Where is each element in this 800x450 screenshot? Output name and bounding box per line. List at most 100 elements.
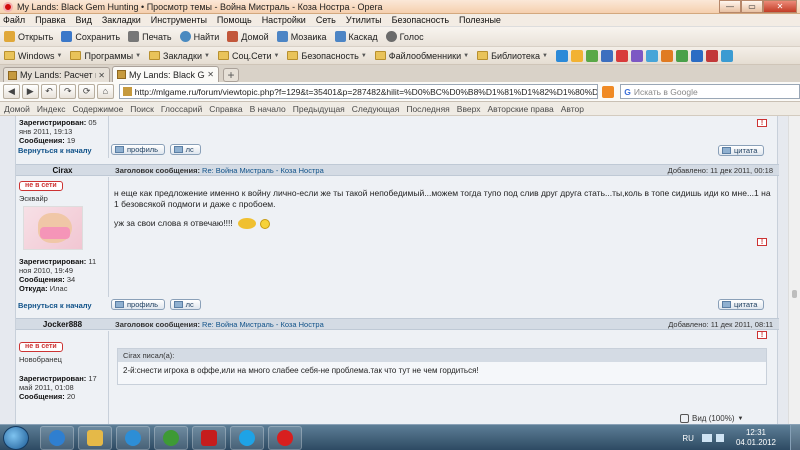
rewind-button[interactable]: ↶ (40, 84, 58, 99)
home-button[interactable]: Домой (227, 31, 269, 42)
nav-previous[interactable]: Предыдущая (293, 104, 345, 114)
close-tab-icon[interactable]: ✕ (207, 70, 214, 79)
bookmark-site-icon[interactable] (720, 49, 733, 62)
rss-icon[interactable] (602, 85, 615, 98)
reload-button[interactable]: ⟳ (78, 84, 95, 99)
volume-icon[interactable] (715, 434, 724, 442)
bookmark-folder-social[interactable]: Соц.Сети ▼ (217, 51, 279, 61)
menu-view[interactable]: Вид (76, 15, 92, 25)
bookmark-site-icon[interactable] (570, 49, 583, 62)
nav-home[interactable]: Домой (4, 104, 30, 114)
back-to-top-link[interactable]: Вернуться к началу (18, 146, 92, 155)
menu-tools[interactable]: Инструменты (151, 15, 207, 25)
menu-network[interactable]: Сеть (316, 15, 336, 25)
bookmark-site-icon[interactable] (675, 49, 688, 62)
bookmark-folder-security[interactable]: Безопасность ▼ (287, 51, 367, 61)
folder-icon (217, 51, 229, 60)
post-author-name[interactable]: Jocker888 (16, 320, 109, 329)
bookmark-site-icon[interactable] (585, 49, 598, 62)
clock[interactable]: 12:31 04.01.2012 (736, 428, 776, 448)
close-button[interactable]: ✕ (763, 0, 797, 13)
tab-black-gem[interactable]: My Lands: Black Gem ...✕ (112, 66, 219, 82)
post-date: Добавлено: 11 дек 2011, 08:11 (668, 320, 773, 329)
back-to-top-link[interactable]: Вернуться к началу (18, 301, 92, 310)
pm-button[interactable]: лс (169, 299, 201, 310)
menu-settings[interactable]: Настройки (262, 15, 306, 25)
report-icon[interactable]: ! (757, 238, 767, 246)
tile-button[interactable]: Мозаика (276, 31, 327, 42)
show-desktop-button[interactable] (790, 425, 800, 450)
new-tab-button[interactable]: + (223, 68, 239, 82)
bookmark-site-icon[interactable] (615, 49, 628, 62)
bookmark-site-icon[interactable] (705, 49, 718, 62)
taskbar-app[interactable] (78, 426, 112, 450)
nav-up[interactable]: Вверх (457, 104, 481, 114)
bookmark-folder-bookmarks[interactable]: Закладки ▼ (149, 51, 210, 61)
nav-copyright[interactable]: Авторские права (487, 104, 553, 114)
bookmark-site-icon[interactable] (555, 49, 568, 62)
nav-last[interactable]: Последняя (406, 104, 449, 114)
start-button[interactable] (3, 426, 29, 450)
taskbar-app[interactable] (192, 426, 226, 450)
taskbar-app[interactable] (116, 426, 150, 450)
open-button[interactable]: Открыть (4, 31, 53, 42)
url-input[interactable]: http://mlgame.ru/forum/viewtopic.php?f=1… (118, 84, 599, 99)
nav-help[interactable]: Справка (209, 104, 242, 114)
fast-forward-button[interactable]: ↷ (59, 84, 77, 99)
page-scrollbar[interactable] (788, 116, 800, 424)
bookmark-folder-library[interactable]: Библиотека ▼ (477, 51, 548, 61)
menu-utilities[interactable]: Утилиты (346, 15, 382, 25)
scrollbar-thumb[interactable] (792, 290, 797, 298)
menu-bookmarks[interactable]: Закладки (102, 15, 141, 25)
bookmark-folder-windows[interactable]: Windows ▼ (4, 51, 62, 61)
nav-top[interactable]: В начало (250, 104, 286, 114)
close-tab-icon[interactable]: ✕ (98, 71, 105, 80)
taskbar-app[interactable] (40, 426, 74, 450)
save-button[interactable]: Сохранить (61, 31, 120, 42)
minimize-button[interactable]: — (719, 0, 741, 13)
nav-contents[interactable]: Содержимое (72, 104, 123, 114)
taskbar-app[interactable] (154, 426, 188, 450)
taskbar-app[interactable] (268, 426, 302, 450)
nav-search[interactable]: Поиск (130, 104, 154, 114)
zoom-control[interactable]: Вид (100%) ▼ (680, 413, 800, 424)
nav-next[interactable]: Следующая (352, 104, 400, 114)
folder-icon (374, 51, 386, 60)
nav-author[interactable]: Автор (561, 104, 584, 114)
bookmark-site-icon[interactable] (660, 49, 673, 62)
menu-security[interactable]: Безопасность (392, 15, 449, 25)
nav-index[interactable]: Индекс (37, 104, 66, 114)
menu-edit[interactable]: Правка (35, 15, 65, 25)
bookmark-site-icon[interactable] (645, 49, 658, 62)
report-icon[interactable]: ! (757, 331, 767, 339)
bookmark-site-icon[interactable] (630, 49, 643, 62)
menu-useful[interactable]: Полезные (459, 15, 501, 25)
profile-button[interactable]: профиль (111, 144, 166, 155)
report-icon[interactable]: ! (757, 119, 767, 127)
language-indicator[interactable]: RU (682, 434, 694, 443)
search-input[interactable]: G Искать в Google (620, 84, 800, 99)
tab-price-calc[interactable]: My Lands: Расчет цены...✕ (3, 67, 110, 82)
bookmark-folder-filesharing[interactable]: Файлообменники ▼ (374, 51, 469, 61)
menu-file[interactable]: Файл (3, 15, 25, 25)
cascade-button[interactable]: Каскад (334, 31, 378, 42)
voice-button[interactable]: Голос (385, 31, 424, 42)
back-button[interactable]: ◀ (3, 84, 20, 99)
quote-button[interactable]: цитата (718, 145, 765, 156)
maximize-button[interactable]: ▭ (741, 0, 763, 13)
forward-button[interactable]: ▶ (21, 84, 39, 99)
quote-button[interactable]: цитата (718, 299, 765, 310)
bookmark-site-icon[interactable] (600, 49, 613, 62)
nav-glossary[interactable]: Глоссарий (161, 104, 202, 114)
bookmark-site-icon[interactable] (690, 49, 703, 62)
taskbar-app[interactable] (230, 426, 264, 450)
print-button[interactable]: Печать (128, 31, 172, 42)
post-author-name[interactable]: Cirax (16, 166, 109, 175)
menu-help[interactable]: Помощь (217, 15, 252, 25)
bookmark-folder-programs[interactable]: Программы ▼ (70, 51, 141, 61)
network-icon[interactable] (701, 434, 712, 442)
home-nav-button[interactable]: ⌂ (96, 84, 114, 99)
profile-button[interactable]: профиль (111, 299, 166, 310)
pm-button[interactable]: лс (169, 144, 201, 155)
find-button[interactable]: Найти (179, 31, 219, 42)
